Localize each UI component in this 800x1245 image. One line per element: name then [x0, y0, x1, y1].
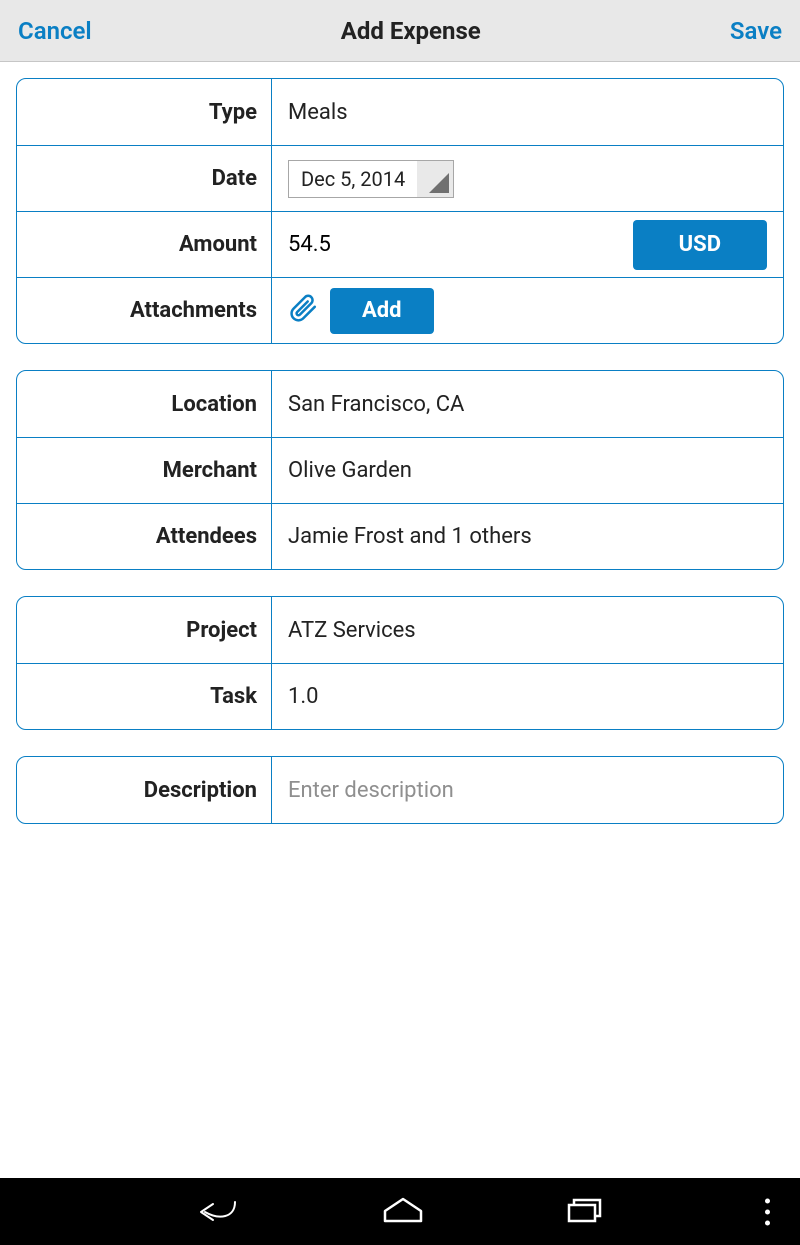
description-label: Description [17, 757, 272, 823]
amount-input[interactable] [288, 232, 488, 257]
project-value: ATZ Services [272, 597, 783, 663]
location-value: San Francisco, CA [272, 371, 783, 437]
project-label: Project [17, 597, 272, 663]
type-value: Meals [272, 79, 783, 145]
home-icon[interactable] [381, 1195, 425, 1229]
row-task[interactable]: Task 1.0 [17, 663, 783, 729]
card-description: Description [16, 756, 784, 824]
type-label: Type [17, 79, 272, 145]
task-label: Task [17, 664, 272, 729]
merchant-value: Olive Garden [272, 438, 783, 503]
cancel-button[interactable]: Cancel [18, 17, 92, 45]
description-input[interactable] [288, 778, 767, 803]
paperclip-icon [288, 291, 318, 331]
row-description: Description [17, 757, 783, 823]
card-project: Project ATZ Services Task 1.0 [16, 596, 784, 730]
menu-dots-icon[interactable] [765, 1198, 770, 1225]
add-attachment-button[interactable]: Add [330, 288, 434, 334]
save-button[interactable]: Save [730, 17, 782, 45]
row-date: Date Dec 5, 2014 [17, 145, 783, 211]
row-attendees[interactable]: Attendees Jamie Frost and 1 others [17, 503, 783, 569]
recent-apps-icon[interactable] [565, 1195, 605, 1229]
task-value: 1.0 [272, 664, 783, 729]
date-value: Dec 5, 2014 [289, 167, 417, 191]
row-merchant[interactable]: Merchant Olive Garden [17, 437, 783, 503]
amount-label: Amount [17, 212, 272, 277]
merchant-label: Merchant [17, 438, 272, 503]
attachments-label: Attachments [17, 278, 272, 343]
card-basic-info: Type Meals Date Dec 5, 2014 Amount USD A… [16, 78, 784, 344]
date-picker[interactable]: Dec 5, 2014 [288, 160, 454, 198]
row-type[interactable]: Type Meals [17, 79, 783, 145]
location-label: Location [17, 371, 272, 437]
row-attachments: Attachments Add [17, 277, 783, 343]
attendees-label: Attendees [17, 504, 272, 569]
currency-button[interactable]: USD [633, 220, 767, 270]
date-label: Date [17, 146, 272, 211]
page-title: Add Expense [341, 17, 481, 45]
header-bar: Cancel Add Expense Save [0, 0, 800, 62]
row-project[interactable]: Project ATZ Services [17, 597, 783, 663]
dropdown-triangle-icon [417, 161, 453, 197]
row-location[interactable]: Location San Francisco, CA [17, 371, 783, 437]
back-icon[interactable] [195, 1194, 241, 1230]
form-content: Type Meals Date Dec 5, 2014 Amount USD A… [0, 62, 800, 866]
attendees-value: Jamie Frost and 1 others [272, 504, 783, 569]
android-nav-bar [0, 1178, 800, 1245]
card-details: Location San Francisco, CA Merchant Oliv… [16, 370, 784, 570]
row-amount: Amount USD [17, 211, 783, 277]
